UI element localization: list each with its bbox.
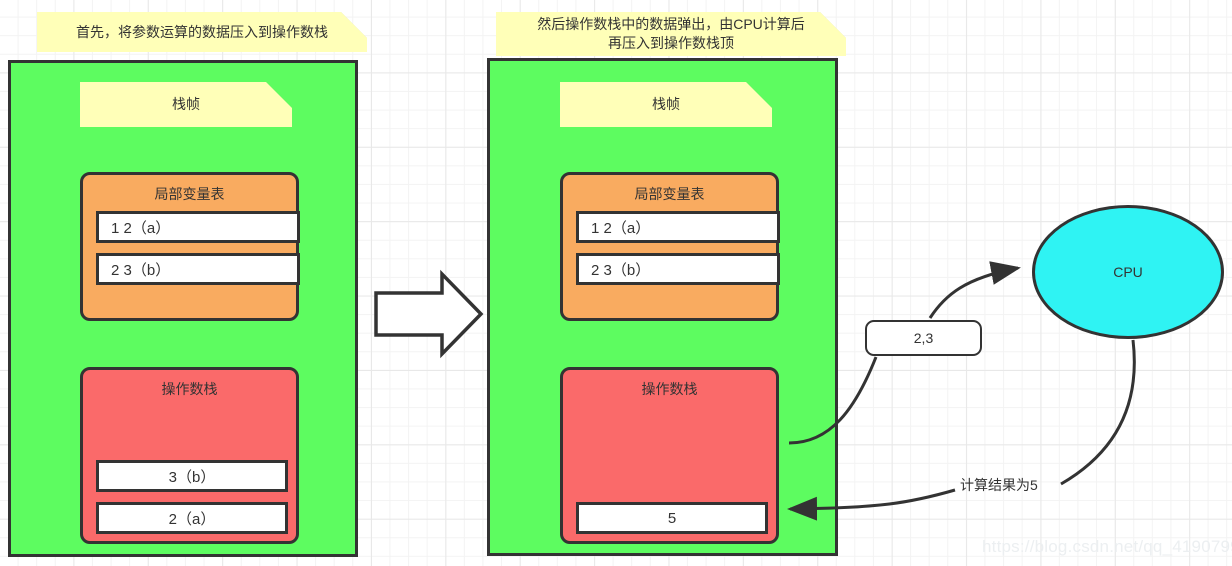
frame-note-before: 栈帧 bbox=[80, 82, 292, 127]
local-variable-table-title-after: 局部变量表 bbox=[634, 186, 705, 202]
transition-block-arrow bbox=[374, 269, 484, 359]
lvt-slot-after-1: 2 3（b） bbox=[576, 253, 780, 285]
note-fold-icon bbox=[266, 82, 292, 108]
note-left-caption: 首先，将参数运算的数据压入到操作数栈 bbox=[37, 12, 367, 52]
watermark-text: https://blog.csdn.net/qq_41907991 bbox=[982, 537, 1232, 556]
edge-label-result: 计算结果为5 bbox=[960, 475, 1038, 495]
note-left-text: 首先，将参数运算的数据压入到操作数栈 bbox=[76, 23, 328, 40]
lvt-slot-before-0: 1 2（a） bbox=[96, 211, 300, 243]
operand-stack-title-before: 操作数栈 bbox=[161, 381, 218, 397]
local-variable-table-before: 局部变量表 1 2（a） 2 3（b） bbox=[80, 172, 300, 321]
operand-stack-before: 操作数栈 3（b） 2（a） bbox=[80, 367, 299, 544]
cpu-label: CPU bbox=[1113, 264, 1143, 280]
lvt-slot-before-1: 2 3（b） bbox=[96, 253, 300, 285]
note-right-caption: 然后操作数栈中的数据弹出，由CPU计算后 再压入到操作数栈顶 bbox=[496, 12, 846, 56]
diagram-canvas: 首先，将参数运算的数据压入到操作数栈 然后操作数栈中的数据弹出，由CPU计算后 … bbox=[0, 0, 1232, 566]
stack-frame-panel-before: 栈帧 局部变量表 1 2（a） 2 3（b） 操作数栈 3（b） 2（a） bbox=[8, 60, 358, 557]
operand-stack-slot-before-1: 2（a） bbox=[96, 502, 288, 534]
cpu-node: CPU bbox=[1032, 205, 1224, 339]
note-fold-icon bbox=[746, 82, 772, 108]
operand-stack-slot-after-0: 5 bbox=[576, 502, 768, 534]
operand-stack-slot-before-0: 3（b） bbox=[96, 460, 288, 492]
note-right-text: 然后操作数栈中的数据弹出，由CPU计算后 再压入到操作数栈顶 bbox=[537, 16, 805, 51]
frame-note-label-after: 栈帧 bbox=[652, 96, 680, 113]
local-variable-table-after: 局部变量表 1 2（a） 2 3（b） bbox=[560, 172, 780, 321]
lvt-slot-after-0: 1 2（a） bbox=[576, 211, 780, 243]
stack-frame-panel-after: 栈帧 局部变量表 1 2（a） 2 3（b） 操作数栈 5 bbox=[487, 58, 838, 556]
operand-stack-after: 操作数栈 5 bbox=[560, 367, 779, 544]
note-fold-icon bbox=[820, 12, 846, 38]
watermark: https://blog.csdn.net/qq_41907991 bbox=[982, 537, 1232, 557]
frame-note-after: 栈帧 bbox=[560, 82, 772, 127]
operand-stack-title-after: 操作数栈 bbox=[641, 381, 698, 397]
edge-label-operands: 2,3 bbox=[865, 320, 982, 356]
frame-note-label-before: 栈帧 bbox=[172, 96, 200, 113]
note-fold-icon bbox=[341, 12, 367, 38]
local-variable-table-title-before: 局部变量表 bbox=[154, 186, 225, 202]
edge-label-operands-text: 2,3 bbox=[913, 330, 934, 346]
edge-label-result-text: 计算结果为5 bbox=[960, 477, 1038, 493]
